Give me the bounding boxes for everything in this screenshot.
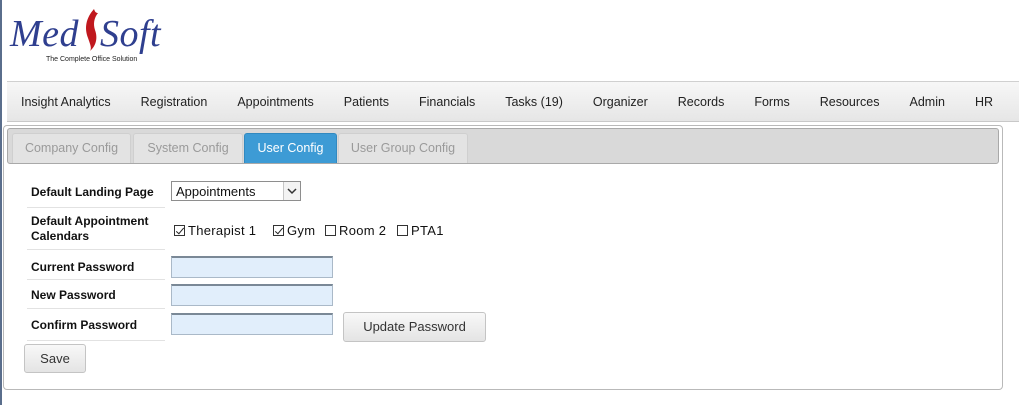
nav-admin[interactable]: Admin	[895, 95, 960, 109]
window-edge	[0, 0, 2, 405]
logo-tagline: The Complete Office Solution	[46, 56, 138, 63]
row-divider	[27, 207, 165, 208]
checkbox-gym[interactable]	[273, 225, 284, 236]
nav-forms[interactable]: Forms	[739, 95, 804, 109]
chevron-down-icon[interactable]	[283, 182, 300, 200]
flame-icon	[86, 9, 98, 51]
checkbox-pta1[interactable]	[397, 225, 408, 236]
checkbox-room2[interactable]	[325, 225, 336, 236]
calendar-option-therapist1[interactable]: Therapist 1	[174, 223, 256, 238]
config-panel: Company Config System Config User Config…	[3, 125, 1003, 390]
nav-tasks[interactable]: Tasks (19)	[490, 95, 578, 109]
calendars-label: Default Appointment Calendars	[31, 214, 149, 243]
confirm-password-input[interactable]	[171, 313, 333, 335]
checkbox-therapist1[interactable]	[174, 225, 185, 236]
nav-resources[interactable]: Resources	[805, 95, 895, 109]
nav-insight-analytics[interactable]: Insight Analytics	[7, 95, 126, 109]
checkbox-label: Therapist 1	[188, 223, 257, 238]
calendar-option-pta1[interactable]: PTA1	[397, 223, 444, 238]
config-tabbar: Company Config System Config User Config…	[7, 128, 999, 164]
calendar-option-room2[interactable]: Room 2	[325, 223, 386, 238]
tab-company-config[interactable]: Company Config	[12, 133, 131, 163]
current-password-input[interactable]	[171, 256, 333, 278]
nav-appointments[interactable]: Appointments	[222, 95, 328, 109]
landing-page-select[interactable]: Appointments	[171, 181, 301, 201]
calendar-option-gym[interactable]: Gym	[273, 223, 315, 238]
row-divider	[27, 340, 165, 341]
confirm-password-label: Confirm Password	[31, 318, 138, 332]
nav-patients[interactable]: Patients	[329, 95, 404, 109]
tab-system-config[interactable]: System Config	[133, 133, 243, 163]
update-password-button[interactable]: Update Password	[343, 312, 486, 342]
row-divider	[27, 249, 165, 250]
row-divider	[27, 308, 165, 309]
nav-registration[interactable]: Registration	[126, 95, 223, 109]
current-password-label: Current Password	[31, 260, 135, 274]
logo-soft-text: Soft	[100, 13, 162, 55]
main-nav: Insight Analytics Registration Appointme…	[7, 81, 1019, 122]
checkbox-label: Gym	[287, 223, 316, 238]
nav-organizer[interactable]: Organizer	[578, 95, 663, 109]
tab-user-config[interactable]: User Config	[244, 133, 337, 163]
nav-records[interactable]: Records	[663, 95, 740, 109]
nav-financials[interactable]: Financials	[404, 95, 490, 109]
landing-page-value: Appointments	[176, 184, 256, 199]
nav-hr[interactable]: HR	[960, 95, 1008, 109]
new-password-label: New Password	[31, 288, 116, 302]
checkbox-label: PTA1	[411, 223, 444, 238]
logo-med-text: Med	[10, 13, 80, 55]
landing-page-label: Default Landing Page	[31, 185, 154, 199]
checkbox-label: Room 2	[339, 223, 387, 238]
tab-user-group-config[interactable]: User Group Config	[338, 133, 468, 163]
save-button[interactable]: Save	[24, 344, 86, 373]
medsoft-logo: Med Soft The Complete Office Solution	[10, 8, 190, 68]
new-password-input[interactable]	[171, 284, 333, 306]
row-divider	[27, 279, 165, 280]
